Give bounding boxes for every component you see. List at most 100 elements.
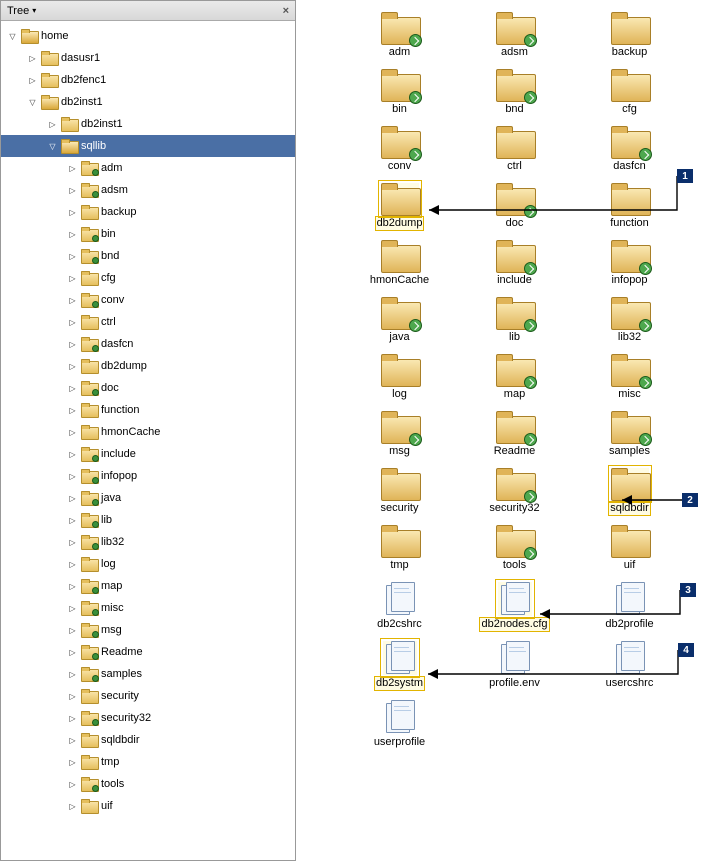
grid-item-function[interactable]: function xyxy=(572,183,687,230)
grid-item-db2systm[interactable]: db2systm xyxy=(342,641,457,690)
chevron-right-icon[interactable]: ▷ xyxy=(27,53,38,64)
grid-item-ctrl[interactable]: ctrl xyxy=(457,126,572,173)
grid-item-db2dump[interactable]: db2dump xyxy=(342,183,457,230)
tree-row-sqldbdir[interactable]: ▷sqldbdir xyxy=(1,729,295,751)
grid-item-cfg[interactable]: cfg xyxy=(572,69,687,116)
tree-row-log[interactable]: ▷log xyxy=(1,553,295,575)
chevron-right-icon[interactable]: ▷ xyxy=(67,757,78,768)
grid-item-db2profile[interactable]: db2profile xyxy=(572,582,687,631)
tree-row-db2dump[interactable]: ▷db2dump xyxy=(1,355,295,377)
chevron-down-icon[interactable]: ▽ xyxy=(47,141,58,152)
tree-row-tmp[interactable]: ▷tmp xyxy=(1,751,295,773)
chevron-right-icon[interactable]: ▷ xyxy=(67,185,78,196)
grid-item-security32[interactable]: security32 xyxy=(457,468,572,515)
tree-row-home[interactable]: ▽home xyxy=(1,25,295,47)
tree-row-include[interactable]: ▷include xyxy=(1,443,295,465)
chevron-right-icon[interactable]: ▷ xyxy=(67,251,78,262)
dropdown-caret-icon[interactable]: ▾ xyxy=(32,6,36,15)
grid-item-tools[interactable]: tools xyxy=(457,525,572,572)
chevron-right-icon[interactable]: ▷ xyxy=(67,537,78,548)
chevron-right-icon[interactable]: ▷ xyxy=(67,273,78,284)
tree-row-doc[interactable]: ▷doc xyxy=(1,377,295,399)
grid-item-conv[interactable]: conv xyxy=(342,126,457,173)
grid-item-map[interactable]: map xyxy=(457,354,572,401)
tree-row-db2inst1[interactable]: ▽db2inst1 xyxy=(1,91,295,113)
tree-row-adsm[interactable]: ▷adsm xyxy=(1,179,295,201)
tree-row-lib[interactable]: ▷lib xyxy=(1,509,295,531)
chevron-right-icon[interactable]: ▷ xyxy=(67,625,78,636)
chevron-right-icon[interactable]: ▷ xyxy=(67,801,78,812)
chevron-right-icon[interactable]: ▷ xyxy=(67,471,78,482)
tree-row-bnd[interactable]: ▷bnd xyxy=(1,245,295,267)
chevron-right-icon[interactable]: ▷ xyxy=(67,779,78,790)
grid-item-usercshrc[interactable]: usercshrc xyxy=(572,641,687,690)
tree-row-db2fenc1[interactable]: ▷db2fenc1 xyxy=(1,69,295,91)
grid-item-tmp[interactable]: tmp xyxy=(342,525,457,572)
tree-row-misc[interactable]: ▷misc xyxy=(1,597,295,619)
panel-close-button[interactable]: × xyxy=(283,5,289,17)
chevron-right-icon[interactable]: ▷ xyxy=(67,735,78,746)
grid-item-uif[interactable]: uif xyxy=(572,525,687,572)
chevron-right-icon[interactable]: ▷ xyxy=(67,207,78,218)
grid-item-msg[interactable]: msg xyxy=(342,411,457,458)
chevron-right-icon[interactable]: ▷ xyxy=(67,559,78,570)
chevron-down-icon[interactable]: ▽ xyxy=(27,97,38,108)
grid-item-userprofile[interactable]: userprofile xyxy=(342,700,457,749)
tree-row-tools[interactable]: ▷tools xyxy=(1,773,295,795)
chevron-right-icon[interactable]: ▷ xyxy=(67,493,78,504)
chevron-right-icon[interactable]: ▷ xyxy=(67,647,78,658)
grid-item-sqldbdir[interactable]: sqldbdir xyxy=(572,468,687,515)
grid-item-include[interactable]: include xyxy=(457,240,572,287)
chevron-right-icon[interactable]: ▷ xyxy=(67,339,78,350)
chevron-down-icon[interactable]: ▽ xyxy=(7,31,18,42)
chevron-right-icon[interactable]: ▷ xyxy=(67,295,78,306)
tree-row-samples[interactable]: ▷samples xyxy=(1,663,295,685)
grid-item-security[interactable]: security xyxy=(342,468,457,515)
tree-panel-title[interactable]: Tree xyxy=(7,5,29,17)
tree-body[interactable]: ▽home▷dasusr1▷db2fenc1▽db2inst1▷db2inst1… xyxy=(1,21,295,860)
grid-item-lib[interactable]: lib xyxy=(457,297,572,344)
tree-row-lib32[interactable]: ▷lib32 xyxy=(1,531,295,553)
chevron-right-icon[interactable]: ▷ xyxy=(67,669,78,680)
chevron-right-icon[interactable]: ▷ xyxy=(67,691,78,702)
grid-item-db2cshrc[interactable]: db2cshrc xyxy=(342,582,457,631)
chevron-right-icon[interactable]: ▷ xyxy=(67,317,78,328)
tree-row-conv[interactable]: ▷conv xyxy=(1,289,295,311)
chevron-right-icon[interactable]: ▷ xyxy=(27,75,38,86)
grid-item-java[interactable]: java xyxy=(342,297,457,344)
chevron-right-icon[interactable]: ▷ xyxy=(67,427,78,438)
chevron-right-icon[interactable]: ▷ xyxy=(67,581,78,592)
chevron-right-icon[interactable]: ▷ xyxy=(67,515,78,526)
grid-item-lib32[interactable]: lib32 xyxy=(572,297,687,344)
grid-item-adm[interactable]: adm xyxy=(342,12,457,59)
tree-row-security[interactable]: ▷security xyxy=(1,685,295,707)
grid-item-db2nodes-cfg[interactable]: db2nodes.cfg xyxy=(457,582,572,631)
grid-item-backup[interactable]: backup xyxy=(572,12,687,59)
tree-row-java[interactable]: ▷java xyxy=(1,487,295,509)
tree-row-uif[interactable]: ▷uif xyxy=(1,795,295,817)
grid-item-doc[interactable]: doc xyxy=(457,183,572,230)
tree-row-dasusr1[interactable]: ▷dasusr1 xyxy=(1,47,295,69)
chevron-right-icon[interactable]: ▷ xyxy=(47,119,58,130)
chevron-right-icon[interactable]: ▷ xyxy=(67,361,78,372)
tree-row-security32[interactable]: ▷security32 xyxy=(1,707,295,729)
tree-row-msg[interactable]: ▷msg xyxy=(1,619,295,641)
grid-item-readme[interactable]: Readme xyxy=(457,411,572,458)
grid-item-dasfcn[interactable]: dasfcn xyxy=(572,126,687,173)
tree-row-sqllib[interactable]: ▽sqllib xyxy=(1,135,295,157)
grid-item-log[interactable]: log xyxy=(342,354,457,401)
tree-row-backup[interactable]: ▷backup xyxy=(1,201,295,223)
chevron-right-icon[interactable]: ▷ xyxy=(67,383,78,394)
chevron-right-icon[interactable]: ▷ xyxy=(67,713,78,724)
tree-row-db2inst1[interactable]: ▷db2inst1 xyxy=(1,113,295,135)
tree-row-dasfcn[interactable]: ▷dasfcn xyxy=(1,333,295,355)
grid-item-hmoncache[interactable]: hmonCache xyxy=(342,240,457,287)
grid-item-bin[interactable]: bin xyxy=(342,69,457,116)
grid-item-samples[interactable]: samples xyxy=(572,411,687,458)
chevron-right-icon[interactable]: ▷ xyxy=(67,229,78,240)
tree-row-hmoncache[interactable]: ▷hmonCache xyxy=(1,421,295,443)
tree-row-bin[interactable]: ▷bin xyxy=(1,223,295,245)
tree-row-infopop[interactable]: ▷infopop xyxy=(1,465,295,487)
grid-item-misc[interactable]: misc xyxy=(572,354,687,401)
tree-row-readme[interactable]: ▷Readme xyxy=(1,641,295,663)
